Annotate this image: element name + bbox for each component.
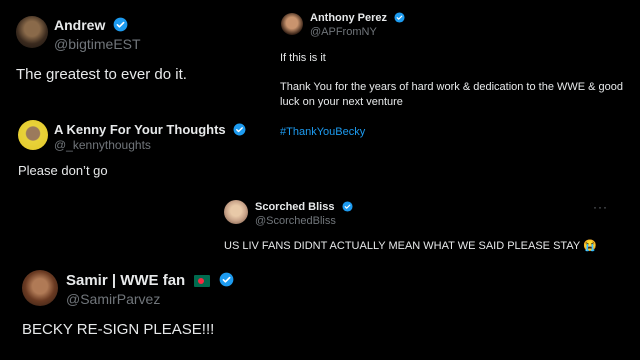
more-options-icon[interactable]: ··· <box>593 200 608 214</box>
avatar-anthony-perez[interactable] <box>281 13 303 35</box>
avatar-scorched-bliss[interactable] <box>224 200 248 224</box>
author-handle[interactable]: @bigtimeEST <box>54 36 141 52</box>
author-name-text[interactable]: A Kenny For Your Thoughts <box>54 122 226 137</box>
tweet-text: The greatest to ever do it. <box>16 66 187 83</box>
verified-badge-icon <box>233 123 246 136</box>
tweet-text-line-3: luck on your next venture <box>280 96 403 108</box>
avatar-samir[interactable] <box>22 270 58 306</box>
author-name-text[interactable]: Anthony Perez <box>310 12 387 24</box>
author-name[interactable]: Andrew <box>54 17 128 33</box>
avatar-kenny[interactable] <box>18 120 48 150</box>
author-handle[interactable]: @APFromNY <box>310 26 377 38</box>
author-handle[interactable]: @_kennythoughts <box>54 138 151 152</box>
author-handle[interactable]: @SamirParvez <box>66 291 160 307</box>
author-name[interactable]: Scorched Bliss <box>255 201 353 213</box>
author-handle[interactable]: @ScorchedBliss <box>255 215 336 227</box>
tweet-text-line-1: If this is it <box>280 52 326 64</box>
author-name[interactable]: Samir | WWE fan <box>66 272 234 289</box>
author-name-text[interactable]: Scorched Bliss <box>255 201 334 213</box>
bangladesh-flag-icon <box>194 275 211 287</box>
tweet-text: BECKY RE-SIGN PLEASE!!! <box>22 321 215 338</box>
verified-badge-icon <box>394 12 405 23</box>
author-name-text[interactable]: Andrew <box>54 17 105 33</box>
tweet-text: US LIV FANS DIDNT ACTUALLY MEAN WHAT WE … <box>224 240 597 252</box>
verified-badge-icon <box>219 272 233 287</box>
verified-badge-icon <box>113 17 128 32</box>
author-name-text[interactable]: Samir | WWE fan <box>66 272 185 289</box>
author-name[interactable]: Anthony Perez <box>310 12 405 24</box>
avatar-andrew[interactable] <box>16 16 48 48</box>
hashtag-link[interactable]: #ThankYouBecky <box>280 126 365 138</box>
verified-badge-icon <box>342 201 353 212</box>
tweet-text: Please don’t go <box>18 163 108 178</box>
author-name[interactable]: A Kenny For Your Thoughts <box>54 122 246 137</box>
tweet-text-line-2: Thank You for the years of hard work & d… <box>280 81 624 93</box>
